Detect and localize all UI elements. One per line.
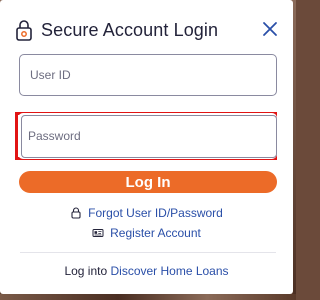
forgot-user-id-password-link[interactable]: Forgot User ID/Password: [88, 206, 223, 220]
background-edge: [293, 0, 296, 300]
background-strip: [0, 294, 296, 300]
register-account-link[interactable]: Register Account: [110, 226, 201, 240]
divider: [20, 252, 276, 253]
forgot-credentials-link-row: Forgot User ID/Password: [0, 206, 293, 220]
user-id-input[interactable]: [30, 55, 266, 95]
lock-icon: [71, 207, 81, 219]
footer-prefix: Log into: [64, 264, 108, 278]
log-in-button[interactable]: Log In: [19, 171, 277, 193]
register-account-link-row: Register Account: [0, 226, 293, 240]
lock-icon: [16, 20, 32, 41]
close-icon[interactable]: [261, 20, 279, 38]
modal-title: Secure Account Login: [41, 19, 219, 40]
modal-header: Secure Account Login: [15, 16, 279, 44]
page-background: Secure Account Login Log In Forgot User …: [0, 0, 296, 300]
password-input[interactable]: [28, 113, 264, 159]
id-card-icon: [92, 229, 104, 237]
discover-home-loans-link[interactable]: Discover Home Loans: [110, 264, 228, 278]
user-id-field[interactable]: [19, 54, 277, 96]
login-modal: Secure Account Login Log In Forgot User …: [0, 0, 293, 294]
password-field[interactable]: [18, 113, 277, 159]
footer: Log into Discover Home Loans: [0, 264, 293, 278]
